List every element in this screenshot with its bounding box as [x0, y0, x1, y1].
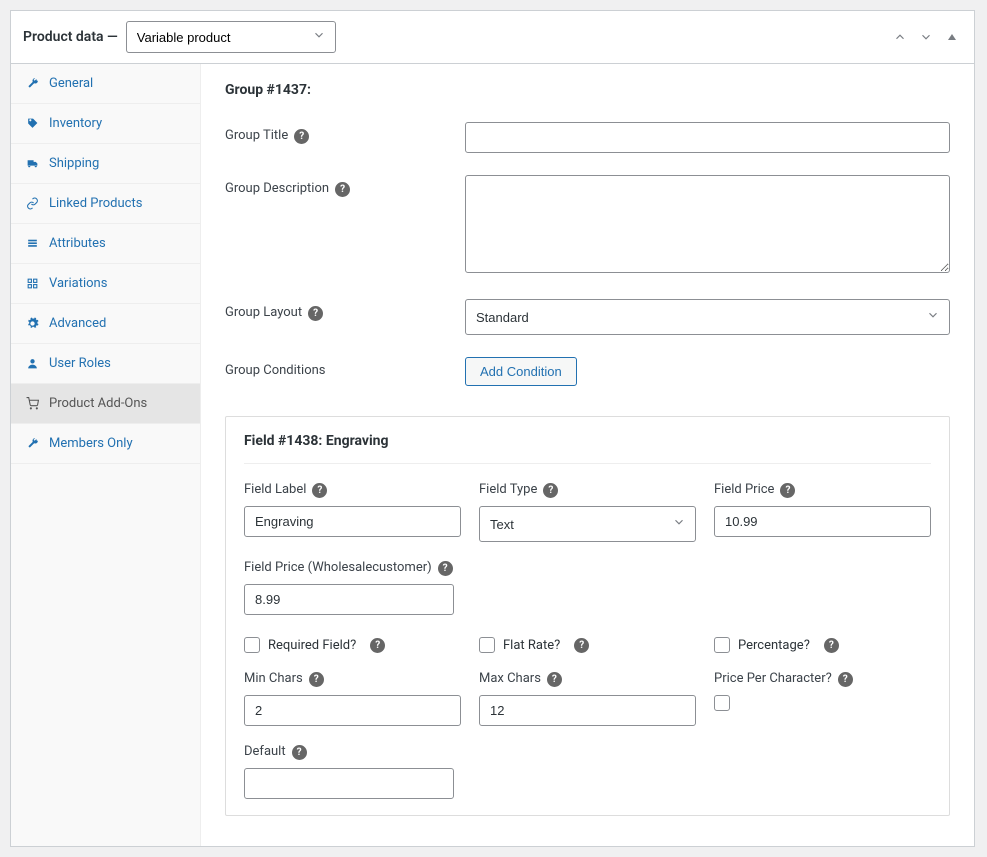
- help-icon[interactable]: ?: [312, 483, 327, 498]
- label-group-conditions: Group Conditions: [225, 363, 326, 378]
- input-max-chars[interactable]: [479, 695, 696, 726]
- sidebar-item-shipping[interactable]: Shipping: [11, 144, 200, 184]
- label-wholesale-price: Field Price (Wholesalecustomer): [244, 560, 432, 575]
- input-field-price[interactable]: [714, 506, 931, 537]
- checkbox-percentage[interactable]: [714, 637, 730, 653]
- sidebar-item-members-only[interactable]: Members Only: [11, 424, 200, 464]
- input-wholesale-price[interactable]: [244, 584, 454, 615]
- help-icon[interactable]: ?: [543, 483, 558, 498]
- add-condition-button[interactable]: Add Condition: [465, 357, 577, 386]
- sidebar-label: User Roles: [49, 356, 111, 371]
- label-group-description: Group Description: [225, 181, 329, 196]
- tag-icon: [25, 117, 39, 131]
- sidebar-label: Product Add-Ons: [49, 396, 147, 411]
- sidebar-item-product-addons[interactable]: Product Add-Ons: [11, 384, 200, 424]
- sidebar-label: Inventory: [49, 116, 102, 131]
- field-grid-2: Min Chars? Max Chars? Price Per Characte…: [244, 671, 931, 726]
- panel-body: General Inventory Shipping Linked Produc…: [11, 64, 974, 846]
- help-icon[interactable]: ?: [370, 638, 385, 653]
- sidebar-item-variations[interactable]: Variations: [11, 264, 200, 304]
- list-icon: [25, 237, 39, 251]
- help-icon[interactable]: ?: [308, 306, 323, 321]
- field-heading: Field #1438: Engraving: [244, 433, 931, 464]
- label-flat-rate: Flat Rate?: [503, 638, 560, 653]
- label-max-chars: Max Chars: [479, 671, 541, 686]
- product-type-select[interactable]: Variable product: [126, 21, 336, 53]
- field-grid-1: Field Label? Field Type? Text Field Pric…: [244, 482, 931, 542]
- product-data-panel: Product data — Variable product General …: [10, 10, 975, 847]
- sidebar-label: Linked Products: [49, 196, 142, 211]
- gear-icon: [25, 317, 39, 331]
- group-heading: Group #1437:: [225, 82, 950, 98]
- row-group-layout: Group Layout? Standard: [225, 299, 950, 335]
- checkbox-row: Required Field?? Flat Rate?? Percentage?…: [244, 633, 931, 653]
- select-group-layout[interactable]: Standard: [465, 299, 950, 335]
- label-min-chars: Min Chars: [244, 671, 303, 686]
- sidebar-item-advanced[interactable]: Advanced: [11, 304, 200, 344]
- sidebar-label: Shipping: [49, 156, 99, 171]
- wrench-icon: [25, 77, 39, 91]
- panel-header: Product data — Variable product: [11, 11, 974, 64]
- label-required: Required Field?: [268, 638, 356, 653]
- label-group-layout: Group Layout: [225, 305, 302, 320]
- checkbox-flat-rate[interactable]: [479, 637, 495, 653]
- checkbox-price-per-char[interactable]: [714, 695, 730, 711]
- sidebar-label: Advanced: [49, 316, 106, 331]
- sidebar-item-inventory[interactable]: Inventory: [11, 104, 200, 144]
- row-group-description: Group Description?: [225, 175, 950, 277]
- chevron-down-icon[interactable]: [916, 27, 936, 47]
- label-group-title: Group Title: [225, 128, 288, 143]
- help-icon[interactable]: ?: [438, 561, 453, 576]
- label-default: Default: [244, 744, 286, 759]
- sidebar-label: Attributes: [49, 236, 106, 251]
- grid-icon: [25, 277, 39, 291]
- label-field-price: Field Price: [714, 482, 774, 497]
- sidebar-label: Variations: [49, 276, 107, 291]
- help-icon[interactable]: ?: [292, 745, 307, 760]
- row-group-title: Group Title?: [225, 122, 950, 153]
- sidebar-label: General: [49, 76, 93, 91]
- help-icon[interactable]: ?: [335, 182, 350, 197]
- truck-icon: [25, 157, 39, 171]
- sidebar-label: Members Only: [49, 436, 133, 451]
- input-field-label[interactable]: [244, 506, 461, 537]
- input-group-title[interactable]: [465, 122, 950, 153]
- help-icon[interactable]: ?: [547, 672, 562, 687]
- cart-icon: [25, 397, 39, 411]
- wrench-icon: [25, 437, 39, 451]
- checkbox-required[interactable]: [244, 637, 260, 653]
- content-area: Group #1437: Group Title? Group Descript…: [201, 64, 974, 846]
- link-icon: [25, 197, 39, 211]
- textarea-group-description[interactable]: [465, 175, 950, 273]
- help-icon[interactable]: ?: [780, 483, 795, 498]
- panel-title: Product data —: [23, 29, 118, 45]
- label-percentage: Percentage?: [738, 638, 810, 653]
- label-field-type: Field Type: [479, 482, 537, 497]
- sidebar-item-general[interactable]: General: [11, 64, 200, 104]
- sidebar-item-linked-products[interactable]: Linked Products: [11, 184, 200, 224]
- label-field-label: Field Label: [244, 482, 306, 497]
- help-icon[interactable]: ?: [838, 672, 853, 687]
- user-icon: [25, 357, 39, 371]
- sidebar-item-user-roles[interactable]: User Roles: [11, 344, 200, 384]
- field-box: Field #1438: Engraving Field Label? Fiel…: [225, 416, 950, 816]
- panel-actions: [890, 27, 962, 47]
- input-min-chars[interactable]: [244, 695, 461, 726]
- help-icon[interactable]: ?: [309, 672, 324, 687]
- help-icon[interactable]: ?: [574, 638, 589, 653]
- label-price-per-char: Price Per Character?: [714, 671, 832, 686]
- sidebar: General Inventory Shipping Linked Produc…: [11, 64, 201, 846]
- sidebar-item-attributes[interactable]: Attributes: [11, 224, 200, 264]
- chevron-up-icon[interactable]: [890, 27, 910, 47]
- collapse-icon[interactable]: [942, 27, 962, 47]
- help-icon[interactable]: ?: [294, 129, 309, 144]
- row-group-conditions: Group Conditions Add Condition: [225, 357, 950, 386]
- select-field-type[interactable]: Text: [479, 506, 696, 542]
- input-default[interactable]: [244, 768, 454, 799]
- help-icon[interactable]: ?: [824, 638, 839, 653]
